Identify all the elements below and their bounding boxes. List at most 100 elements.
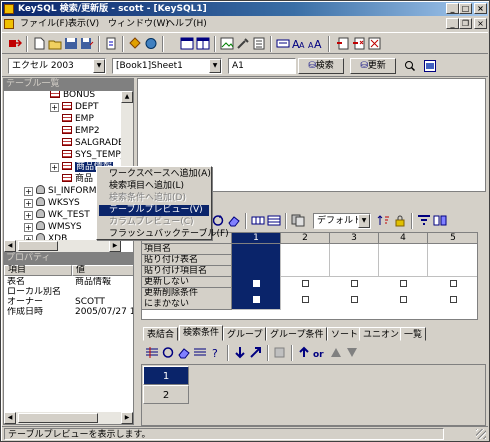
font-large-icon[interactable]: AA — [292, 37, 306, 50]
grid-cell[interactable] — [379, 244, 428, 277]
menu-file[interactable]: ファイル(F) — [20, 18, 68, 30]
tab-group[interactable]: グループ — [223, 327, 267, 341]
triangle-down-icon[interactable] — [345, 346, 359, 359]
where-exclude-checkbox[interactable] — [302, 296, 309, 303]
title-bar[interactable]: KeySQL 検索/更新版 - scott - [KeySQL1] _ □ × — [2, 2, 488, 16]
filter-icon[interactable] — [417, 214, 431, 227]
condition-row-header[interactable]: 2 — [143, 385, 189, 404]
tab-list[interactable]: 一覧 — [400, 327, 427, 341]
page-icon[interactable] — [104, 37, 118, 50]
tree-item-bonus[interactable]: BONUS — [50, 91, 95, 101]
where-exclude-checkbox[interactable] — [450, 296, 457, 303]
tree-item-si-informt[interactable]: SI_INFORMT — [36, 185, 102, 197]
maximize-button[interactable]: □ — [459, 3, 472, 14]
open-icon[interactable] — [48, 37, 62, 50]
refresh-icon[interactable] — [211, 214, 225, 227]
tools-icon[interactable] — [236, 37, 250, 50]
tree-item-dept[interactable]: DEPT — [62, 101, 99, 113]
no-update-checkbox[interactable] — [351, 280, 358, 287]
expand-icon[interactable]: + — [24, 187, 33, 196]
sql-icon[interactable] — [144, 37, 158, 50]
grid-cell[interactable] — [330, 244, 379, 277]
tab-search-condition[interactable]: 検索条件 — [179, 325, 224, 341]
expand-icon[interactable]: + — [24, 211, 33, 220]
default-select[interactable]: デフォルト ▼ — [313, 213, 371, 229]
minimize-button[interactable]: _ — [446, 3, 459, 14]
tree-item-shohin[interactable]: 商品 — [62, 173, 93, 185]
delete-row-icon[interactable] — [352, 37, 366, 50]
no-update-checkbox[interactable] — [450, 280, 457, 287]
eraser-icon[interactable] — [227, 214, 241, 227]
chevron-down-icon[interactable]: ▼ — [358, 214, 370, 228]
mdi-close-button[interactable]: × — [474, 18, 487, 29]
font-small-icon[interactable]: AA — [308, 37, 322, 50]
tab-sort[interactable]: ソート — [327, 327, 363, 341]
no-update-checkbox[interactable] — [400, 280, 407, 287]
eraser-icon[interactable] — [177, 346, 191, 359]
save-icon[interactable] — [64, 37, 78, 50]
grid-cell[interactable] — [428, 244, 477, 277]
tree-item-wksys[interactable]: WKSYS — [36, 197, 80, 209]
scroll-right-icon[interactable]: ▶ — [109, 240, 121, 252]
grid-cell[interactable] — [281, 244, 330, 277]
calc-icon[interactable] — [252, 37, 266, 50]
tree-item-wmsys[interactable]: WMSYS — [36, 221, 82, 233]
row-insert-icon[interactable] — [193, 346, 207, 359]
lock-icon[interactable] — [393, 214, 407, 227]
arrow-down-icon[interactable] — [233, 346, 247, 359]
scroll-thumb[interactable] — [18, 413, 98, 423]
where-exclude-checkbox[interactable] — [400, 296, 407, 303]
scroll-up-icon[interactable]: ▲ — [121, 91, 133, 103]
tab-union[interactable]: ユニオン — [359, 327, 404, 341]
update-button[interactable]: ⛁更新 — [350, 58, 396, 74]
help-icon[interactable]: ? — [209, 346, 223, 359]
search-button[interactable]: ⛁検索 — [298, 58, 344, 74]
grid-col-header[interactable]: 3 — [330, 233, 379, 244]
tree-item-emp2[interactable]: EMP2 — [62, 125, 100, 137]
no-update-checkbox[interactable] — [302, 280, 309, 287]
sort-asc-icon[interactable] — [377, 214, 391, 227]
window-tile-icon[interactable] — [196, 37, 210, 50]
move-up-icon[interactable] — [297, 346, 311, 359]
arrow-right-up-icon[interactable] — [249, 346, 263, 359]
copy-icon[interactable] — [291, 214, 305, 227]
scroll-left-icon[interactable]: ◀ — [4, 240, 16, 252]
insert-row-icon[interactable] — [336, 37, 350, 50]
scroll-thumb[interactable] — [18, 241, 58, 251]
grid-col-header[interactable]: 1 — [232, 233, 281, 244]
clear-icon[interactable] — [368, 37, 382, 50]
no-update-checkbox[interactable] — [253, 280, 260, 287]
sheet-link-icon[interactable] — [424, 60, 436, 72]
or-icon[interactable]: or — [313, 346, 327, 359]
window-layout-icon[interactable] — [180, 37, 194, 50]
tree-item-salgrade[interactable]: SALGRADE — [62, 137, 124, 149]
menu-window[interactable]: ウィンドウ(W) — [108, 18, 169, 30]
chevron-down-icon[interactable]: ▼ — [93, 59, 105, 73]
expand-icon[interactable]: + — [50, 163, 59, 172]
find-icon[interactable] — [404, 60, 416, 72]
diamond-icon[interactable] — [128, 37, 142, 50]
grid-col-header[interactable]: 2 — [281, 233, 330, 244]
insert-condition-icon[interactable] — [145, 346, 159, 359]
mdi-minimize-button[interactable]: _ — [446, 18, 459, 29]
where-exclude-checkbox[interactable] — [351, 296, 358, 303]
doc-icon[interactable] — [4, 19, 14, 29]
chevron-down-icon[interactable]: ▼ — [209, 59, 221, 73]
condition-row-header[interactable]: 1 — [143, 366, 189, 385]
scroll-right-icon[interactable]: ▶ — [121, 412, 133, 424]
tree-item-sys-temp[interactable]: SYS_TEMP_ — [62, 149, 125, 161]
ctx-add-workspace[interactable]: ワークスペースへ追加(A) — [99, 169, 211, 180]
ctx-add-search-item[interactable]: 検索項目へ追加(L) — [99, 181, 209, 192]
tab-table-join[interactable]: 表結合 — [143, 327, 179, 341]
image-icon[interactable] — [220, 37, 234, 50]
properties-hscrollbar[interactable]: ◀ ▶ — [4, 412, 133, 424]
excel-version-select[interactable]: エクセル 2003 ▼ — [8, 58, 106, 74]
expand-icon[interactable]: + — [24, 199, 33, 208]
menu-help[interactable]: ヘルプ(H) — [166, 18, 207, 30]
rows-icon[interactable] — [267, 214, 281, 227]
new-icon[interactable] — [32, 37, 46, 50]
where-exclude-checkbox[interactable] — [253, 296, 260, 303]
refresh-icon[interactable] — [161, 346, 175, 359]
ctx-flashback-table[interactable]: フラッシュバックテーブル(F) — [99, 229, 229, 240]
tree-hscrollbar[interactable]: ◀ ▶ — [4, 240, 121, 252]
